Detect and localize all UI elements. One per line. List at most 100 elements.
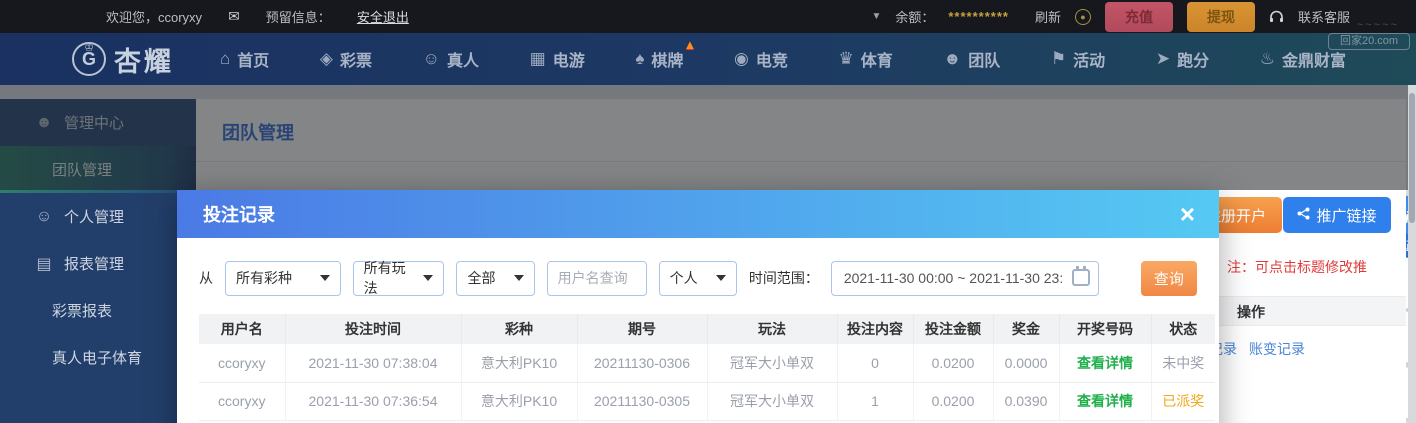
home-icon: ⌂ [220, 49, 230, 69]
slot-machine-icon: ▦ [530, 49, 546, 69]
sidebar-item-label: 彩票报表 [52, 300, 112, 321]
modal-dim-overlay [0, 85, 1416, 190]
table-header-row: 用户名 投注时间 彩种 期号 玩法 投注内容 投注金额 奖金 开奖号码 状态 [199, 314, 1215, 344]
cell-play: 冠军大小单双 [707, 344, 837, 382]
reserved-info-label: 预留信息： [266, 7, 331, 26]
lottery-type-select[interactable]: 所有彩种 [225, 261, 341, 296]
cell-username: ccoryxy [199, 382, 285, 420]
nav-item-golden-wealth[interactable]: ♨ 金鼎财富 [1260, 47, 1346, 71]
watermark-text: 回家20.com [1340, 35, 1398, 47]
col-content: 投注内容 [837, 314, 913, 344]
table-row: ccoryxy 2021-11-30 07:36:54 意大利PK10 2021… [199, 382, 1215, 420]
balance-chevron-icon[interactable]: ▼ [871, 11, 881, 22]
account-change-link[interactable]: 账变记录 [1249, 339, 1305, 359]
search-button[interactable]: 查询 [1141, 261, 1197, 296]
rhino-icon: ➤ [1156, 49, 1170, 69]
cell-amount: 0.0200 [913, 344, 993, 382]
cell-play: 冠军大小单双 [707, 382, 837, 420]
nav-item-egames[interactable]: ▦ 电游 [530, 47, 585, 71]
username-search-input[interactable] [547, 261, 647, 296]
person-value: 个人 [670, 268, 698, 288]
eye-icon[interactable]: ● [1075, 9, 1091, 25]
promo-link-button[interactable]: 推广链接 [1283, 197, 1391, 233]
brand-name: 杏耀 [114, 40, 174, 79]
col-play: 玩法 [707, 314, 837, 344]
nav-item-home[interactable]: ⌂ 首页 [220, 47, 269, 71]
contact-service-link[interactable]: 联系客服 [1298, 7, 1350, 26]
refresh-button[interactable]: 刷新 [1035, 7, 1061, 26]
scrollbar-thumb[interactable] [1409, 93, 1415, 223]
vertical-scrollbar[interactable] [1408, 85, 1416, 423]
calendar-icon[interactable] [1072, 269, 1090, 286]
nav-label: 彩票 [340, 47, 372, 71]
col-username: 用户名 [199, 314, 285, 344]
nav-item-team[interactable]: ☻ 团队 [943, 47, 1000, 71]
chevron-down-icon [423, 275, 433, 281]
nav-item-chess[interactable]: ♠ 棋牌 ▲ [635, 47, 683, 71]
status-badge: 未中奖 [1162, 355, 1204, 371]
cell-lottery: 意大利PK10 [461, 382, 577, 420]
nav-label: 真人 [447, 47, 479, 71]
recharge-button[interactable]: 充值 [1105, 2, 1173, 32]
main-nav: ♔ G 杏耀 ⌂ 首页 ◈ 彩票 ☺ 真人 ▦ 电游 ♠ [0, 33, 1416, 85]
col-bet-time: 投注时间 [285, 314, 461, 344]
nav-label: 金鼎财富 [1282, 47, 1346, 71]
modal-header: 投注记录 × [177, 190, 1219, 238]
cell-lottery: 意大利PK10 [461, 344, 577, 382]
promo-link-label: 推广链接 [1316, 205, 1376, 226]
person-select[interactable]: 个人 [659, 261, 737, 296]
trophy-icon: ♛ [839, 49, 854, 69]
filter-bar: 从 所有彩种 所有玩法 全部 个人 时间范围： [199, 260, 1197, 296]
brand-logo[interactable]: ♔ G 杏耀 [72, 40, 174, 79]
nav-item-sports[interactable]: ♛ 体育 [839, 47, 893, 71]
welcome-text: 欢迎您，ccoryxy [106, 7, 202, 26]
col-lottery: 彩种 [461, 314, 577, 344]
nav-label: 团队 [968, 47, 1000, 71]
app-screen: 欢迎您，ccoryxy ✉ 预留信息： 安全退出 ▼ 余额： *********… [0, 0, 1416, 423]
cell-content: 1 [837, 382, 913, 420]
brand-emblem-icon: ♔ G [72, 42, 106, 76]
modal-title: 投注记录 [203, 201, 275, 227]
nav-item-esports[interactable]: ◉ 电竞 [734, 47, 788, 71]
nav-label: 电竞 [756, 47, 788, 71]
watermark-squiggle: ~~~~~ [1357, 18, 1399, 33]
nav-item-activity[interactable]: ⚑ 活动 [1051, 47, 1105, 71]
status-badge: 已派奖 [1162, 393, 1204, 409]
view-detail-link[interactable]: 查看详情 [1077, 393, 1133, 409]
nav-label: 首页 [237, 47, 269, 71]
cell-issue: 20211130-0305 [577, 382, 707, 420]
team-people-icon: ☻ [943, 49, 961, 69]
nav-item-live[interactable]: ☺ 真人 [423, 47, 479, 71]
hot-flame-icon: ▲ [684, 37, 697, 52]
table-row: ccoryxy 2021-11-30 07:38:04 意大利PK10 2021… [199, 344, 1215, 382]
bet-records-table: 用户名 投注时间 彩种 期号 玩法 投注内容 投注金额 奖金 开奖号码 状态 [199, 314, 1215, 421]
gift-icon: ⚑ [1051, 49, 1066, 69]
col-status: 状态 [1151, 314, 1215, 344]
from-label: 从 [199, 268, 213, 288]
nav-item-paofen[interactable]: ➤ 跑分 [1156, 47, 1209, 71]
sidebar-item-live-esports-report[interactable]: 真人电子体育 [0, 334, 196, 381]
sidebar-item-report-management[interactable]: ▤ 报表管理 [0, 240, 196, 287]
person-icon: ☺ [34, 208, 54, 226]
time-range-input[interactable] [831, 261, 1099, 296]
play-type-select[interactable]: 所有玩法 [353, 261, 445, 296]
chevron-down-icon [320, 275, 330, 281]
cell-bonus: 0.0000 [993, 344, 1059, 382]
col-draw-number: 开奖号码 [1059, 314, 1151, 344]
sidebar-item-lottery-report[interactable]: 彩票报表 [0, 287, 196, 334]
sidebar-item-personal-management[interactable]: ☺ 个人管理 [0, 193, 196, 240]
cell-content: 0 [837, 344, 913, 382]
mail-icon[interactable]: ✉ [228, 8, 240, 25]
bet-records-modal: 投注记录 × 从 所有彩种 所有玩法 全部 个 [177, 190, 1219, 423]
cell-amount: 0.0200 [913, 382, 993, 420]
nav-item-lottery[interactable]: ◈ 彩票 [320, 47, 372, 71]
cell-username: ccoryxy [199, 344, 285, 382]
close-icon[interactable]: × [1180, 201, 1195, 227]
logout-link[interactable]: 安全退出 [357, 7, 409, 26]
col-amount: 投注金额 [913, 314, 993, 344]
sidebar-item-label: 真人电子体育 [52, 347, 142, 368]
withdraw-button[interactable]: 提现 [1187, 2, 1255, 32]
scope-select[interactable]: 全部 [456, 261, 534, 296]
view-detail-link[interactable]: 查看详情 [1077, 355, 1133, 371]
gamepad-icon: ◉ [734, 49, 749, 69]
